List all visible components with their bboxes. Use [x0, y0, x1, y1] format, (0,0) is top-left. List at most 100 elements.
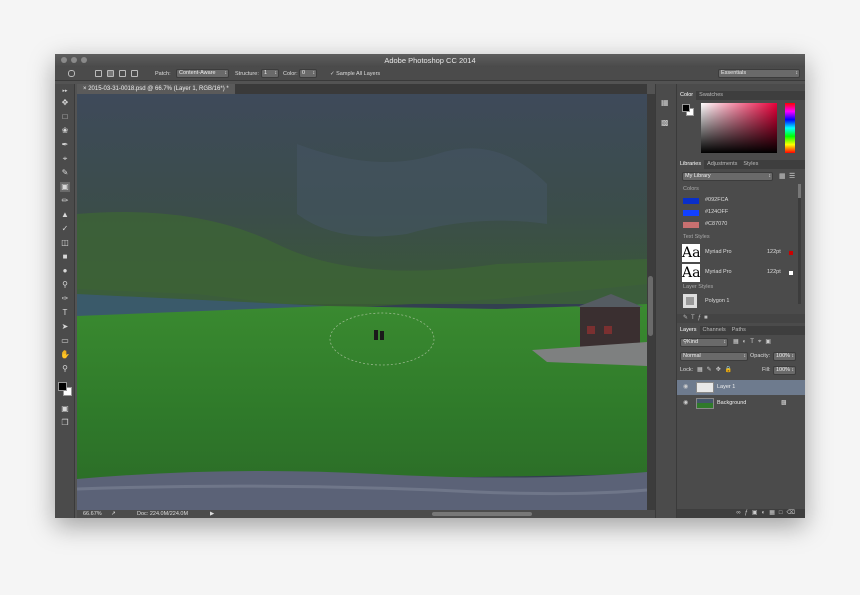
intersect-selection-icon[interactable]	[131, 70, 138, 77]
history-panel-icon[interactable]: ▦	[661, 98, 669, 107]
layers-footer-icons[interactable]: ∞ƒ▣◐▦□⌫	[677, 509, 805, 518]
close-tab-icon[interactable]: ×	[83, 86, 87, 92]
text-style-preview[interactable]: Aa	[682, 244, 700, 262]
subtract-selection-icon[interactable]	[119, 70, 126, 77]
quick-mask-icon[interactable]: ▣	[60, 404, 70, 414]
tab-adjustments[interactable]: Adjustments	[704, 161, 740, 167]
eraser-tool-icon[interactable]: ◫	[60, 238, 70, 248]
properties-panel-icon[interactable]: ▩	[661, 118, 669, 127]
healing-brush-icon[interactable]	[68, 70, 75, 77]
libraries-scrollbar[interactable]	[798, 184, 801, 304]
library-color-swatch[interactable]	[683, 222, 699, 228]
tab-libraries[interactable]: Libraries	[677, 160, 705, 169]
canvas-vertical-scroll-thumb[interactable]	[648, 276, 653, 336]
document-tab[interactable]: × 2015-03-31-0018.psd @ 66.7% (Layer 1, …	[77, 84, 235, 94]
grid-view-icon[interactable]: ▦	[779, 172, 786, 180]
sample-all-layers-checkbox[interactable]: ✓ Sample All Layers	[330, 70, 380, 78]
color-spectrum-field[interactable]	[701, 103, 777, 153]
patch-label: Patch:	[155, 71, 171, 77]
text-style-preview[interactable]: Aa	[682, 264, 700, 282]
crop-tool-icon[interactable]: ⌖	[60, 154, 70, 164]
new-selection-icon[interactable]	[95, 70, 102, 77]
layer-name[interactable]: Layer 1	[717, 380, 735, 395]
tab-swatches[interactable]: Swatches	[696, 92, 726, 98]
pen-tool-icon[interactable]: ✑	[60, 294, 70, 304]
quick-selection-tool-icon[interactable]: ✒	[60, 140, 70, 150]
canvas-horizontal-scroll-thumb[interactable]	[432, 512, 532, 516]
layer-style-preview[interactable]	[683, 294, 697, 308]
screen-mode-icon[interactable]: ❐	[60, 418, 70, 428]
marquee-tool-icon[interactable]: □	[60, 112, 70, 122]
text-style-size: 122pt	[767, 269, 781, 275]
gradient-tool-icon[interactable]: ■	[60, 252, 70, 262]
tools-panel: ▸▸ ✥ □ ❀ ✒ ⌖ ✎ ▣ ✏ ▲ ✓ ◫ ■ ● ⚲ ✑ T ➤ ▭ ✋…	[55, 84, 75, 518]
workspace-select[interactable]: Essentials	[718, 69, 800, 78]
export-icon[interactable]: ↗	[111, 510, 116, 518]
status-menu-arrow-icon[interactable]: ▶	[210, 510, 214, 518]
text-style-color-chip	[789, 251, 793, 255]
sample-all-layers-label: Sample All Layers	[336, 71, 381, 77]
lock-icons[interactable]: ▦✎✥🔒	[697, 366, 736, 373]
text-style-color-chip	[789, 271, 793, 275]
right-panels: Color Swatches Libraries Adjustments Styles…	[677, 84, 805, 518]
tab-color[interactable]: Color	[677, 91, 697, 100]
zoom-button[interactable]	[81, 57, 87, 63]
libraries-footer-icons[interactable]: ✎Tƒ■	[677, 314, 805, 323]
layer-filter-select[interactable]: ⚲Kind	[680, 338, 728, 347]
libraries-panel-tabs: Libraries Adjustments Styles	[677, 160, 805, 169]
blur-tool-icon[interactable]: ●	[60, 266, 70, 276]
panel-foreground-swatch[interactable]	[682, 104, 690, 112]
layer-thumbnail	[696, 382, 714, 393]
add-selection-icon[interactable]	[107, 70, 114, 77]
type-tool-icon[interactable]: T	[60, 308, 70, 318]
layer-filter-icons[interactable]: ▦◐T⌖▣	[733, 338, 775, 346]
zoom-tool-icon[interactable]: ⚲	[60, 364, 70, 374]
layers-panel-tabs: Layers Channels Paths	[677, 326, 805, 335]
minimize-button[interactable]	[71, 57, 77, 63]
eye-icon[interactable]: ◉	[683, 380, 688, 395]
clone-stamp-tool-icon[interactable]: ▲	[60, 210, 70, 220]
color-select[interactable]: 0	[299, 69, 317, 78]
library-color-swatch[interactable]	[683, 198, 699, 204]
brush-tool-icon[interactable]: ✏	[60, 196, 70, 206]
hand-tool-icon[interactable]: ✋	[60, 350, 70, 360]
rectangle-tool-icon[interactable]: ▭	[60, 336, 70, 346]
structure-select[interactable]: 1	[261, 69, 279, 78]
opacity-input[interactable]: 100%	[773, 352, 796, 361]
path-selection-tool-icon[interactable]: ➤	[60, 322, 70, 332]
zoom-level[interactable]: 66.67%	[83, 510, 102, 518]
dodge-tool-icon[interactable]: ⚲	[60, 280, 70, 290]
foreground-color-swatch[interactable]	[58, 382, 67, 391]
layer-row[interactable]: ◉ Layer 1	[677, 380, 805, 395]
tab-paths[interactable]: Paths	[729, 327, 749, 333]
move-tool-icon[interactable]: ✥	[60, 98, 70, 108]
libraries-scroll-thumb[interactable]	[798, 184, 801, 198]
tab-styles[interactable]: Styles	[740, 161, 761, 167]
tab-layers[interactable]: Layers	[677, 326, 700, 335]
close-button[interactable]	[61, 57, 67, 63]
patch-mode-select[interactable]: Content-Aware	[176, 69, 229, 78]
eye-icon[interactable]: ◉	[683, 396, 688, 411]
library-color-swatch[interactable]	[683, 210, 699, 216]
patch-tool-icon[interactable]: ▣	[60, 182, 70, 192]
library-select[interactable]: My Library	[682, 172, 773, 181]
history-brush-tool-icon[interactable]: ✓	[60, 224, 70, 234]
document-canvas[interactable]	[77, 94, 647, 510]
lock-icon: ▩	[781, 400, 787, 406]
lasso-tool-icon[interactable]: ❀	[60, 126, 70, 136]
window-title: Adobe Photoshop CC 2014	[384, 56, 476, 65]
hue-slider[interactable]	[785, 103, 795, 153]
canvas-vertical-scrollbar[interactable]	[647, 94, 655, 510]
library-color-label: #C87070	[705, 221, 728, 227]
text-style-name: Myriad Pro	[705, 249, 732, 255]
layer-row[interactable]: ◉ Background ▩	[677, 396, 805, 411]
eyedropper-tool-icon[interactable]: ✎	[60, 168, 70, 178]
layer-name[interactable]: Background	[717, 396, 746, 411]
window-controls	[61, 57, 87, 63]
list-view-icon[interactable]: ☰	[789, 172, 795, 180]
tab-channels[interactable]: Channels	[700, 327, 729, 333]
layer-styles-heading: Layer Styles	[683, 284, 714, 290]
blend-mode-select[interactable]: Normal	[680, 352, 748, 361]
fill-input[interactable]: 100%	[773, 366, 796, 375]
collapse-tools-icon[interactable]: ▸▸	[60, 86, 70, 96]
